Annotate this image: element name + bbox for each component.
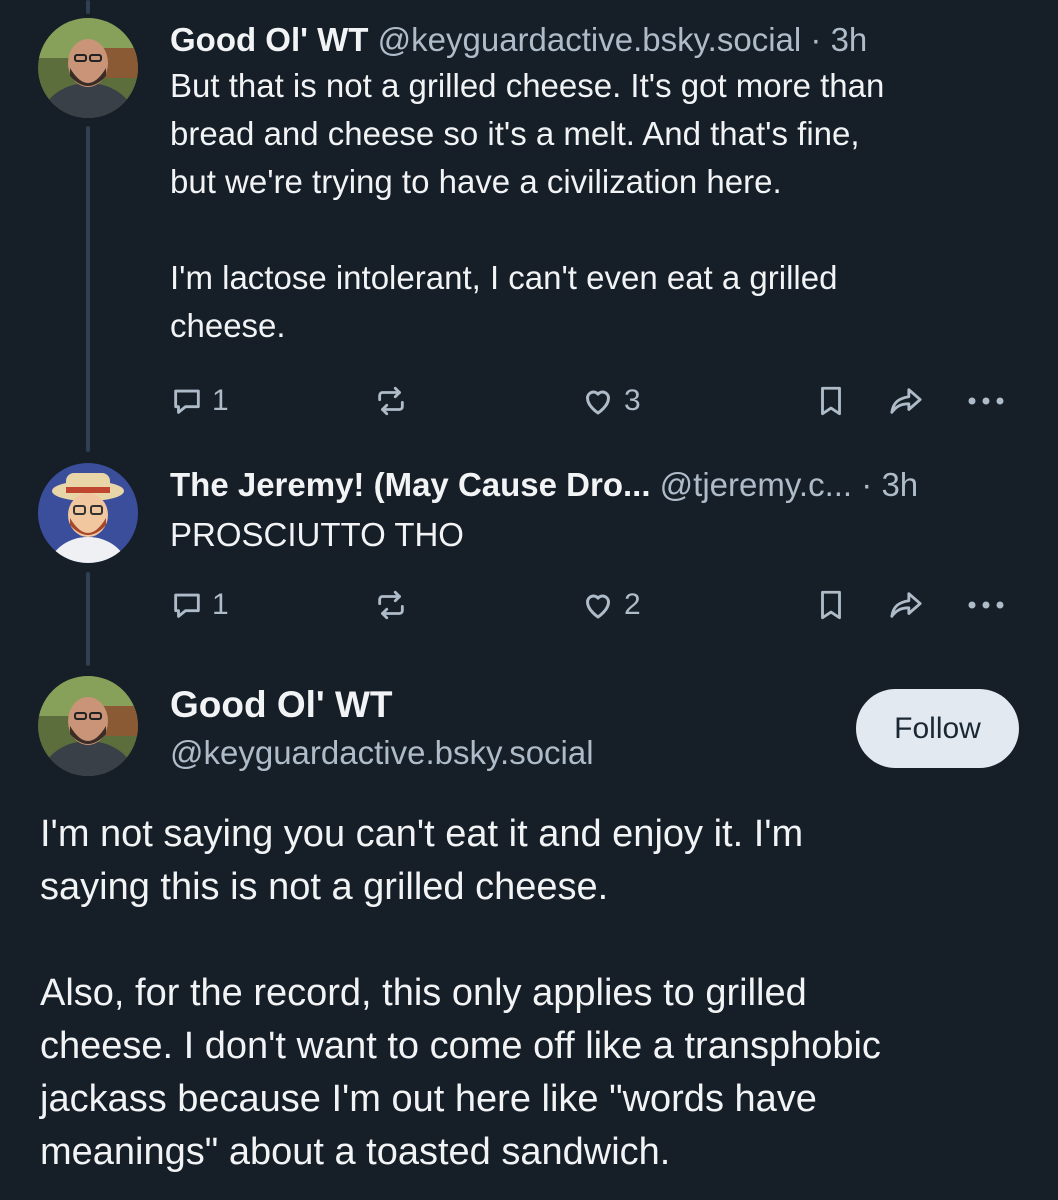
author-name[interactable]: The Jeremy! (May Cause Dro... — [170, 466, 651, 503]
repost-icon — [378, 590, 404, 620]
avatar[interactable] — [38, 463, 138, 563]
post-actions: 1 3 — [170, 381, 1030, 421]
share-icon — [890, 592, 922, 618]
timestamp[interactable]: 3h — [831, 21, 868, 58]
timestamp[interactable]: 3h — [881, 466, 918, 503]
share-button[interactable] — [886, 585, 926, 625]
follow-button[interactable]: Follow — [856, 689, 1019, 768]
heart-icon — [586, 390, 610, 415]
heart-icon — [586, 594, 610, 619]
more-button[interactable] — [966, 381, 1006, 421]
bookmark-button[interactable] — [814, 381, 848, 421]
author-handle[interactable]: @tjeremy.c... — [660, 466, 852, 503]
more-button[interactable] — [966, 585, 1006, 625]
author-handle[interactable]: @keyguardactive.bsky.social — [170, 732, 594, 774]
repost-button[interactable] — [374, 585, 408, 625]
like-count: 3 — [624, 384, 641, 417]
post-text: I'm not saying you can't eat it and enjo… — [40, 813, 881, 1173]
reply-button[interactable]: 1 — [170, 585, 229, 625]
thread-line — [86, 126, 90, 452]
repost-icon — [378, 386, 404, 416]
more-icon — [968, 601, 1004, 609]
post-actions: 1 2 — [170, 585, 1030, 625]
separator: · — [810, 21, 822, 58]
author-name[interactable]: Good Ol' WT — [170, 682, 393, 728]
reply-icon — [174, 389, 200, 414]
post-header: Good Ol' WT @keyguardactive.bsky.social … — [170, 20, 1018, 60]
bookmark-icon — [821, 590, 841, 620]
author-handle[interactable]: @keyguardactive.bsky.social — [378, 21, 802, 58]
post-header: The Jeremy! (May Cause Dro... @tjeremy.c… — [170, 465, 1018, 505]
more-icon — [968, 397, 1004, 405]
avatar[interactable] — [38, 18, 138, 118]
like-button[interactable]: 2 — [580, 585, 641, 625]
repost-button[interactable] — [374, 381, 408, 421]
bookmark-button[interactable] — [814, 585, 848, 625]
share-button[interactable] — [886, 381, 926, 421]
post-text: PROSCIUTTO THO — [170, 516, 464, 553]
post-1[interactable]: Good Ol' WT @keyguardactive.bsky.social … — [170, 20, 1018, 350]
bookmark-icon — [821, 386, 841, 416]
thread-line — [86, 0, 90, 14]
post-text: But that is not a grilled cheese. It's g… — [170, 67, 885, 344]
author-name[interactable]: Good Ol' WT — [170, 21, 368, 58]
reply-button[interactable]: 1 — [170, 381, 229, 421]
reply-count: 1 — [212, 588, 229, 621]
reply-count: 1 — [212, 384, 229, 417]
separator: · — [861, 466, 873, 503]
like-button[interactable]: 3 — [580, 381, 641, 421]
post-2[interactable]: The Jeremy! (May Cause Dro... @tjeremy.c… — [170, 465, 1018, 559]
like-count: 2 — [624, 588, 641, 621]
avatar[interactable] — [38, 676, 138, 776]
reply-icon — [174, 593, 200, 618]
share-icon — [890, 388, 922, 414]
thread-line — [86, 572, 90, 666]
